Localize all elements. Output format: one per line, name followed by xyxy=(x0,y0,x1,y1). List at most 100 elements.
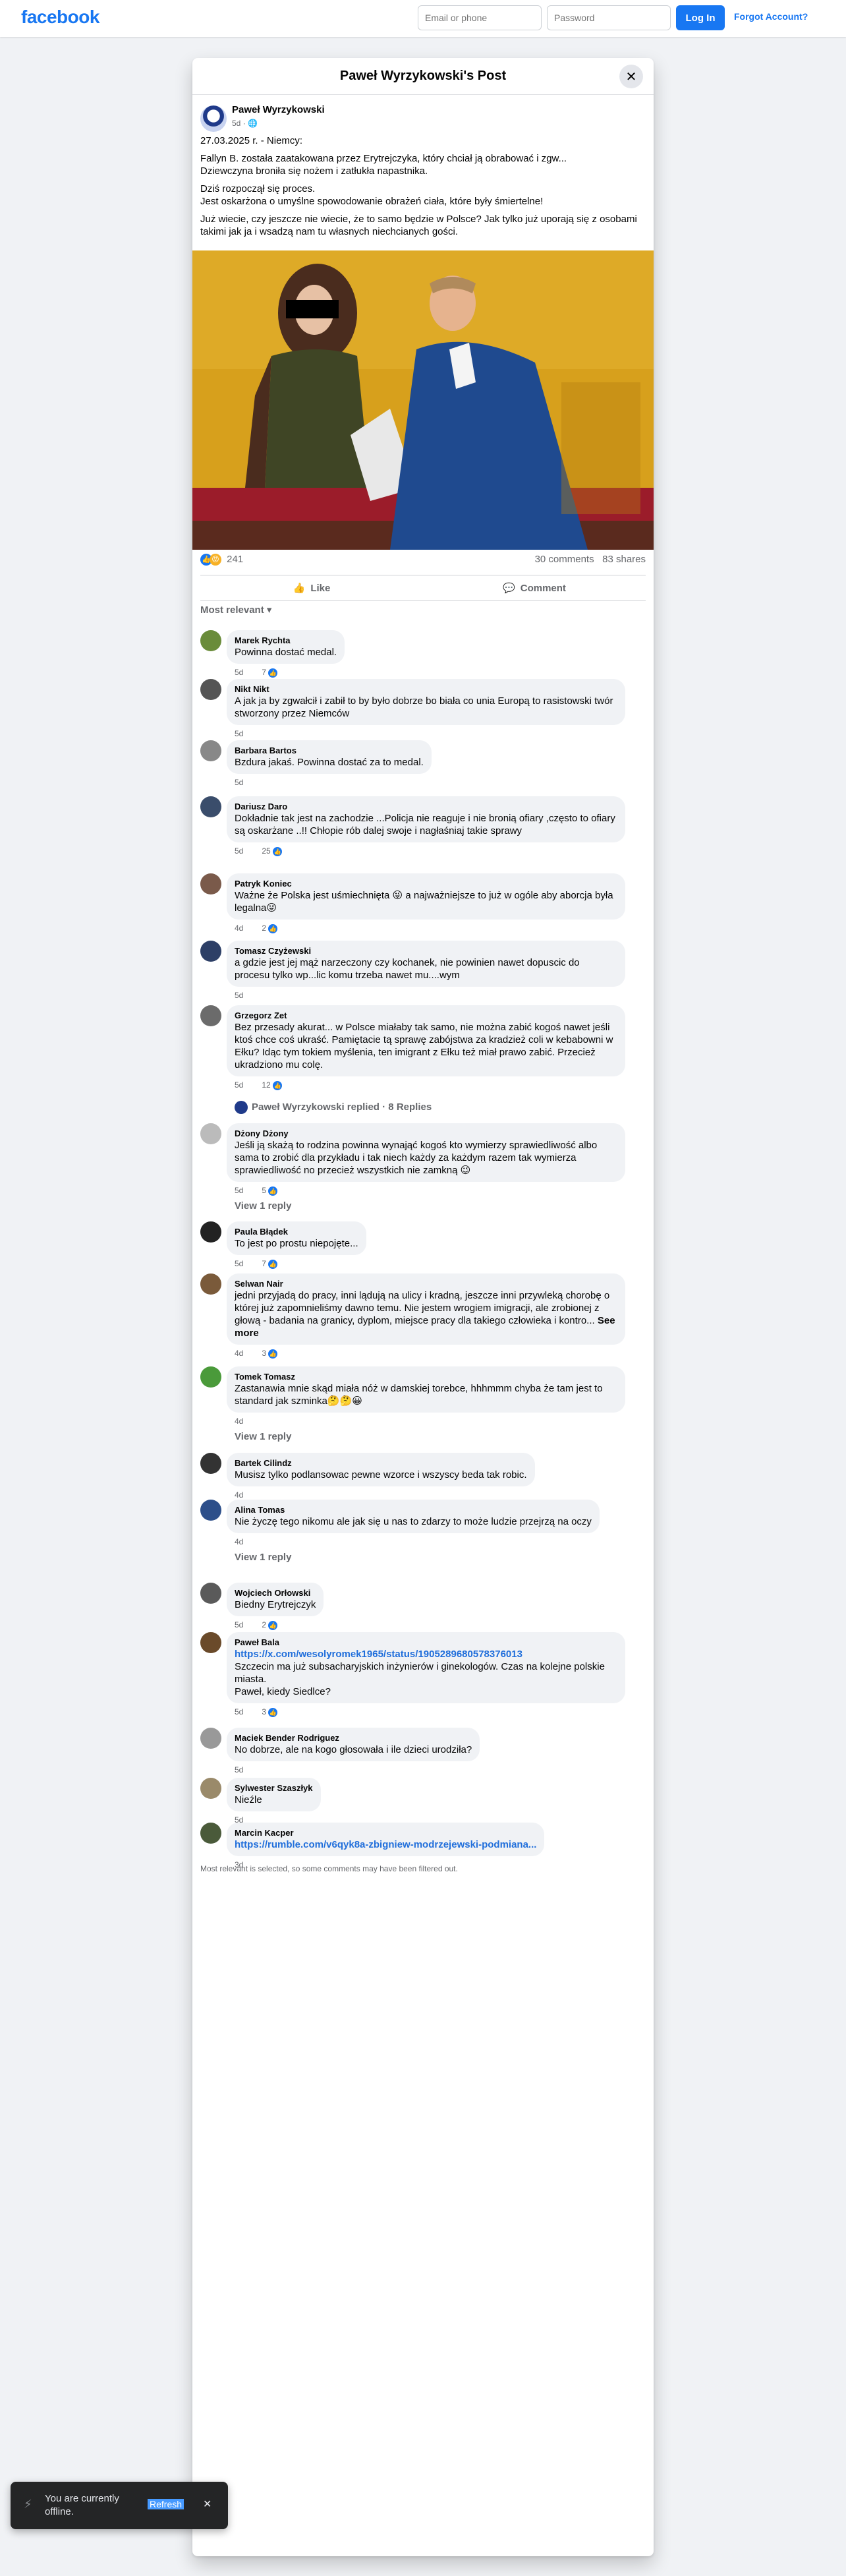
comments-count[interactable]: 30 comments xyxy=(535,554,594,565)
avatar[interactable] xyxy=(200,740,221,761)
comment-reactions[interactable]: 3 👍 xyxy=(262,1707,278,1718)
comment-reactions[interactable]: 3 👍 xyxy=(262,1349,278,1359)
avatar[interactable] xyxy=(200,1221,221,1243)
offline-text: You are currently offline. xyxy=(45,2493,119,2517)
comment-time[interactable]: 4d xyxy=(235,923,243,933)
commenter-name[interactable]: Barbara Bartos xyxy=(235,746,424,756)
like-reaction-icon: 👍 xyxy=(268,1621,278,1631)
shares-count[interactable]: 83 shares xyxy=(602,554,646,565)
commenter-name[interactable]: Dżony Dżony xyxy=(235,1128,617,1139)
forgot-account-link[interactable]: Forgot Account? xyxy=(734,11,808,22)
comment-reactions[interactable]: 2 👍 xyxy=(262,1620,278,1631)
post-author[interactable]: Paweł Wyrzykowski xyxy=(232,104,325,115)
like-button[interactable]: 👍 Like xyxy=(200,575,423,600)
post-photo[interactable] xyxy=(192,250,654,550)
comment-time[interactable]: 4d xyxy=(235,1417,243,1426)
comment-reactions[interactable]: 25 👍 xyxy=(262,846,283,857)
reactions-count[interactable]: 241 xyxy=(227,554,243,565)
refresh-link[interactable]: Refresh xyxy=(148,2499,184,2509)
comment-time[interactable]: 5d xyxy=(235,1259,243,1268)
comment-time[interactable]: 4d xyxy=(235,1349,243,1358)
commenter-name[interactable]: Paweł Bala xyxy=(235,1637,617,1648)
close-icon[interactable]: ✕ xyxy=(619,65,643,88)
close-icon[interactable]: ✕ xyxy=(203,2498,212,2511)
comment-button[interactable]: 💬 Comment xyxy=(423,575,646,600)
avatar[interactable] xyxy=(200,1583,221,1604)
avatar[interactable] xyxy=(200,1632,221,1653)
comment-time[interactable]: 5d xyxy=(235,729,243,738)
comment-time[interactable]: 5d xyxy=(235,991,243,1000)
comment-text: To jest po prostu niepojęte... xyxy=(235,1238,358,1249)
commenter-name[interactable]: Wojciech Orłowski xyxy=(235,1588,316,1598)
comment-reactions[interactable]: 5 👍 xyxy=(262,1186,278,1196)
comment-bubble: Dżony Dżony Jeśli ją skażą to rodzina pow… xyxy=(227,1123,625,1182)
commenter-name[interactable]: Tomek Tomasz xyxy=(235,1372,617,1382)
comment-text: No dobrze, ale na kogo głosowała i ile d… xyxy=(235,1744,472,1755)
comment-link[interactable]: https://rumble.com/v6qyk8a-zbigniew-modr… xyxy=(235,1838,536,1851)
comment-time[interactable]: 5d xyxy=(235,846,243,856)
comment-meta: 4d 2 👍 xyxy=(235,923,278,934)
comment-reactions[interactable]: 7 👍 xyxy=(262,668,278,678)
avatar[interactable] xyxy=(200,873,221,894)
login-button[interactable]: Log In xyxy=(676,5,725,30)
comment-text: Szczecin ma już subsacharyjskich inżynie… xyxy=(235,1661,605,1685)
replies-summary-text[interactable]: Paweł Wyrzykowski replied · 8 Replies xyxy=(252,1101,432,1113)
comment-bubble: Paweł Bala https://x.com/wesolyromek1965/… xyxy=(227,1632,625,1703)
view-replies-link[interactable]: View 1 reply xyxy=(235,1552,291,1563)
comment-link[interactable]: https://x.com/wesolyromek1965/status/190… xyxy=(235,1648,617,1660)
avatar[interactable] xyxy=(200,1823,221,1844)
password-field[interactable] xyxy=(547,5,671,30)
view-replies-link[interactable]: View 1 reply xyxy=(235,1431,291,1442)
avatar[interactable] xyxy=(200,679,221,700)
commenter-name[interactable]: Selwan Nair xyxy=(235,1279,617,1289)
comment-meta: 5d xyxy=(235,778,243,787)
facebook-logo[interactable]: facebook xyxy=(21,7,99,28)
comment-bubble: Tomek Tomasz Zastanawia mnie skąd miała n… xyxy=(227,1366,625,1413)
commenter-name[interactable]: Sylwester Szaszłyk xyxy=(235,1783,313,1794)
comment-reactions[interactable]: 7 👍 xyxy=(262,1259,278,1270)
avatar[interactable] xyxy=(200,941,221,962)
comment-time[interactable]: 5d xyxy=(235,1186,243,1195)
chevron-down-icon: ▾ xyxy=(266,604,272,616)
author-avatar[interactable] xyxy=(200,105,227,132)
view-replies-link[interactable]: View 1 reply xyxy=(235,1200,291,1212)
avatar[interactable] xyxy=(200,1005,221,1026)
commenter-name[interactable]: Dariusz Daro xyxy=(235,802,617,812)
comment-time[interactable]: 5d xyxy=(235,1080,243,1090)
avatar[interactable] xyxy=(200,796,221,817)
sort-dropdown[interactable]: Most relevant ▾ xyxy=(200,604,271,616)
commenter-name[interactable]: Paula Błądek xyxy=(235,1227,358,1237)
avatar[interactable] xyxy=(200,1500,221,1521)
comment-time[interactable]: 5d xyxy=(235,1765,243,1774)
comment-time[interactable]: 4d xyxy=(235,1537,243,1546)
commenter-name[interactable]: Nikt Nikt xyxy=(235,684,617,695)
comment-meta: 5d 12 👍 xyxy=(235,1080,283,1091)
comment-time[interactable]: 5d xyxy=(235,778,243,787)
comment-reactions[interactable]: 12 👍 xyxy=(262,1080,283,1091)
avatar[interactable] xyxy=(200,1453,221,1474)
commenter-name[interactable]: Marek Rychta xyxy=(235,635,337,646)
comment-reactions[interactable]: 2 👍 xyxy=(262,923,278,934)
comment-time[interactable]: 5d xyxy=(235,1620,243,1629)
avatar[interactable] xyxy=(200,1123,221,1144)
comment-time[interactable]: 5d xyxy=(235,668,243,677)
avatar[interactable] xyxy=(200,1273,221,1295)
avatar[interactable] xyxy=(200,1728,221,1749)
post-time[interactable]: 5d xyxy=(232,119,240,128)
avatar[interactable] xyxy=(200,1778,221,1799)
commenter-name[interactable]: Tomasz Czyżewski xyxy=(235,946,617,956)
comment-time[interactable]: 5d xyxy=(235,1707,243,1716)
avatar[interactable] xyxy=(200,1366,221,1388)
commenter-name[interactable]: Maciek Bender Rodriguez xyxy=(235,1733,472,1743)
commenter-name[interactable]: Marcin Kacper xyxy=(235,1828,536,1838)
comment-time[interactable]: 4d xyxy=(235,1490,243,1500)
commenter-name[interactable]: Bartek Cilindz xyxy=(235,1458,527,1469)
commenter-name[interactable]: Grzegorz Zet xyxy=(235,1010,617,1021)
commenter-name[interactable]: Patryk Koniec xyxy=(235,879,617,889)
avatar[interactable] xyxy=(200,630,221,651)
email-field[interactable] xyxy=(418,5,542,30)
like-reaction-icon: 👍 xyxy=(273,847,283,857)
like-reaction-icon: 👍 xyxy=(268,1349,278,1359)
angry-reaction-icon: 😡 xyxy=(210,554,221,566)
commenter-name[interactable]: Alina Tomas xyxy=(235,1505,592,1515)
